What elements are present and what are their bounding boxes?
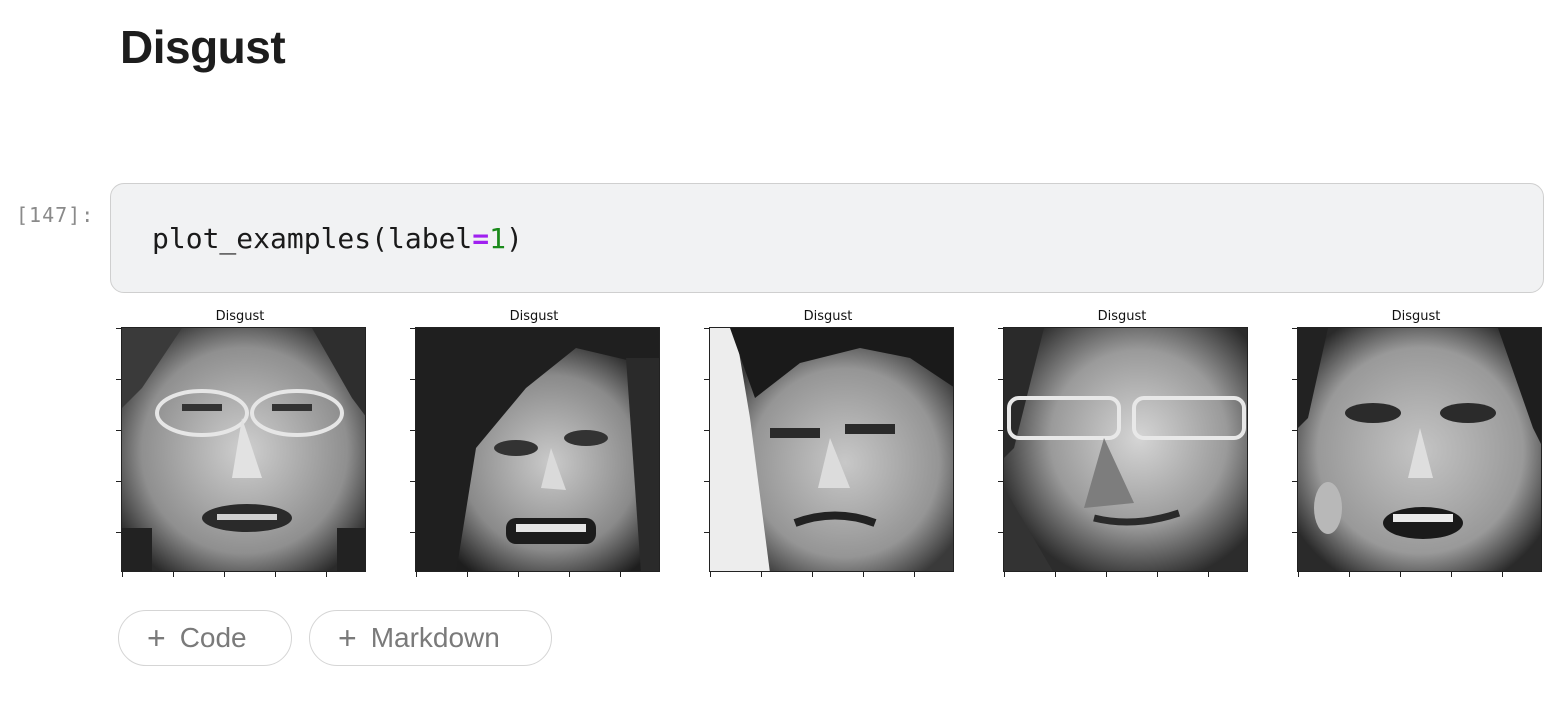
image-title: Disgust [509,309,559,324]
cell-output: Disgust Disgust Disgust Disgust Disgust [110,305,1560,585]
face-image [415,327,660,572]
code-close-paren: ) [506,222,523,255]
face-image [1003,327,1248,572]
markdown-heading: Disgust [120,21,286,73]
code-line[interactable]: plot_examples(label=1) [152,222,523,255]
code-cell[interactable]: plot_examples(label=1) [110,183,1544,293]
image-title: Disgust [1391,309,1441,324]
image-title: Disgust [803,309,853,324]
add-code-cell-button[interactable]: + Code [118,610,292,666]
output-image-panel: Disgust [698,305,958,585]
plus-icon: + [147,619,166,656]
execution-count: [147]: [16,203,95,227]
plus-icon: + [338,619,357,656]
add-code-label: Code [179,622,247,653]
output-image-panel: Disgust [1286,305,1546,585]
face-image [709,327,954,572]
add-markdown-cell-button[interactable]: + Markdown [309,610,552,666]
code-operator: = [472,222,490,255]
image-title: Disgust [215,309,265,324]
output-image-panel: Disgust [992,305,1252,585]
output-image-panel: Disgust [110,305,370,585]
image-title: Disgust [1097,309,1147,324]
code-func: plot_examples(label [152,222,473,255]
code-number: 1 [489,222,507,255]
output-image-panel: Disgust [404,305,664,585]
add-markdown-label: Markdown [370,622,500,653]
face-image [121,327,366,572]
face-image [1297,327,1542,572]
